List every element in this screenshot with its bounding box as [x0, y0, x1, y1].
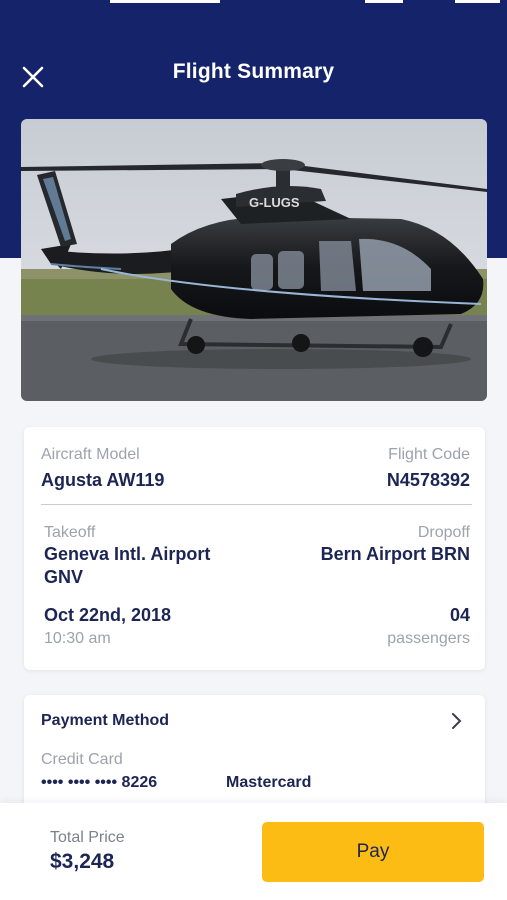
flight-code-label: Flight Code	[388, 446, 470, 463]
pay-button[interactable]: Pay	[262, 822, 484, 882]
dropoff-airport: Bern Airport BRN	[320, 544, 470, 564]
page-title: Flight Summary	[172, 60, 335, 83]
chevron-right-icon[interactable]	[449, 711, 465, 731]
takeoff-label: Takeoff	[44, 524, 96, 541]
aircraft-model-label: Aircraft Model	[41, 446, 140, 463]
flight-time: 10:30 am	[44, 630, 111, 647]
payment-type-label: Credit Card	[41, 751, 123, 768]
payment-method-title: Payment Method	[41, 712, 170, 729]
card-number: •••• •••• •••• 8226	[41, 774, 158, 791]
checkout-bar: Total Price $3,248 Pay	[0, 803, 507, 900]
takeoff-airport-line2: GNV	[44, 567, 84, 587]
card-brand: Mastercard	[226, 774, 312, 791]
aircraft-photo: G-LUGS	[21, 119, 487, 401]
helicopter-photo: G-LUGS	[21, 119, 487, 401]
flight-details-card: Aircraft Model Agusta AW119 Flight Code …	[24, 427, 485, 670]
aircraft-model-value: Agusta AW119	[41, 470, 165, 490]
divider	[41, 504, 472, 505]
total-price-value: $3,248	[50, 850, 115, 873]
status-strip	[0, 0, 507, 3]
registration-text: G-LUGS	[249, 195, 300, 210]
passenger-count: 04	[449, 605, 470, 625]
flight-code-value: N4578392	[386, 470, 470, 490]
dropoff-label: Dropoff	[417, 524, 470, 541]
total-price-label: Total Price	[50, 829, 125, 846]
flight-date: Oct 22nd, 2018	[44, 605, 172, 625]
passengers-label: passengers	[387, 630, 470, 647]
takeoff-airport-line1: Geneva Intl. Airport	[44, 544, 211, 564]
